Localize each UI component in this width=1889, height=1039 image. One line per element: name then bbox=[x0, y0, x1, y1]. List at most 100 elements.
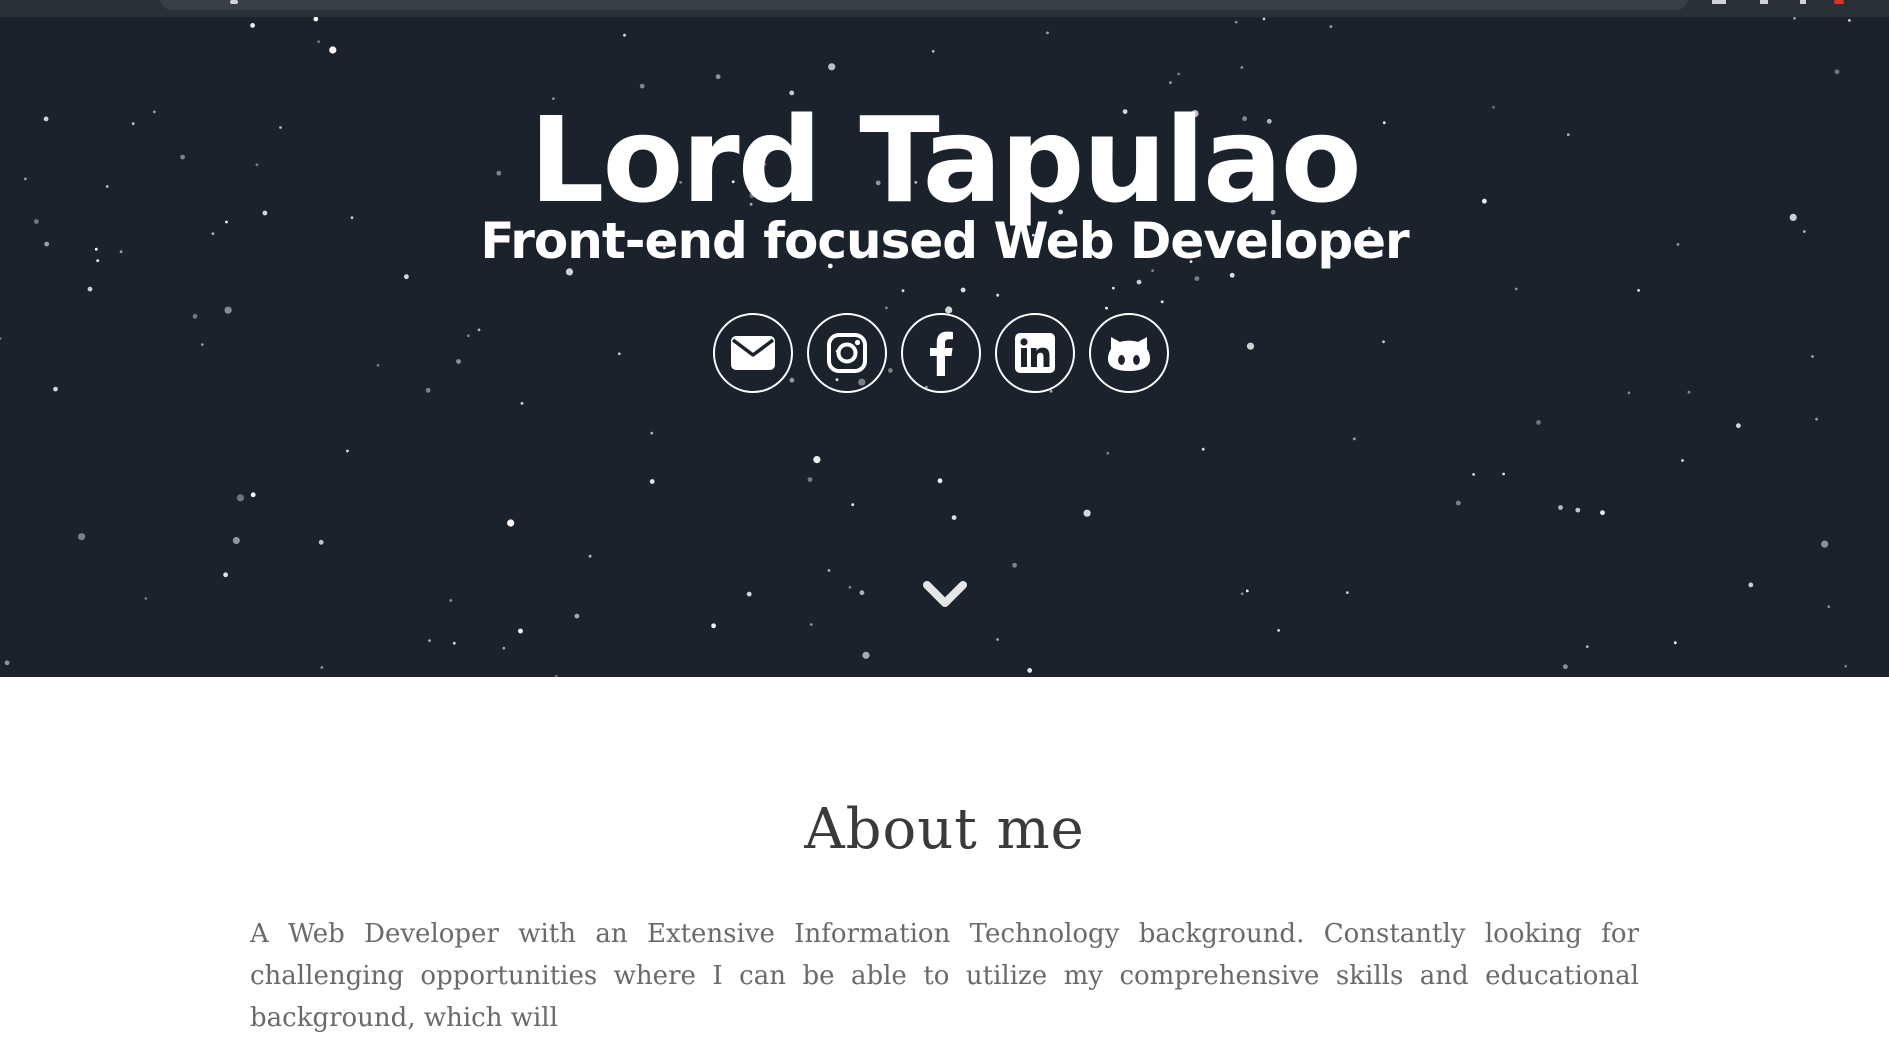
star bbox=[1352, 437, 1356, 441]
star bbox=[1575, 507, 1581, 513]
star bbox=[1834, 69, 1840, 75]
star bbox=[1106, 451, 1110, 455]
star bbox=[1240, 592, 1244, 596]
star bbox=[144, 597, 148, 600]
star bbox=[520, 402, 524, 405]
star bbox=[1201, 447, 1205, 451]
star bbox=[1245, 589, 1249, 593]
github-link[interactable] bbox=[1089, 313, 1169, 393]
star bbox=[223, 572, 229, 578]
star bbox=[1262, 17, 1266, 21]
star bbox=[250, 23, 256, 28]
address-bar[interactable] bbox=[160, 0, 1688, 10]
about-heading: About me bbox=[804, 797, 1085, 862]
star bbox=[4, 660, 10, 666]
star bbox=[1748, 582, 1754, 588]
star bbox=[862, 651, 870, 659]
extension-icon[interactable] bbox=[1760, 0, 1768, 4]
star bbox=[467, 334, 470, 338]
star bbox=[827, 569, 831, 572]
email-link[interactable] bbox=[713, 313, 793, 393]
star bbox=[1112, 286, 1115, 290]
star bbox=[1177, 72, 1181, 76]
star bbox=[0, 337, 2, 340]
star bbox=[711, 623, 716, 629]
instagram-icon bbox=[827, 333, 867, 373]
linkedin-icon bbox=[1015, 333, 1055, 373]
star bbox=[1046, 31, 1049, 35]
star bbox=[885, 306, 888, 310]
star bbox=[507, 519, 515, 527]
star bbox=[1844, 664, 1848, 668]
star bbox=[996, 293, 1000, 297]
star bbox=[1793, 17, 1796, 20]
star bbox=[313, 17, 319, 22]
hero-tagline: Front-end focused Web Developer bbox=[480, 212, 1409, 270]
star bbox=[1382, 340, 1385, 344]
star bbox=[1472, 473, 1475, 476]
star bbox=[376, 363, 380, 367]
star bbox=[809, 623, 813, 626]
star bbox=[1345, 591, 1349, 594]
star bbox=[1105, 306, 1108, 310]
star bbox=[859, 590, 865, 596]
star bbox=[1848, 19, 1851, 22]
star bbox=[236, 494, 244, 502]
star bbox=[807, 477, 813, 482]
star bbox=[1687, 390, 1691, 394]
star bbox=[518, 628, 523, 634]
star bbox=[425, 387, 431, 393]
about-section: About me A Web Developer with an Extensi… bbox=[0, 677, 1889, 1033]
star bbox=[1821, 540, 1829, 548]
star bbox=[1827, 605, 1831, 609]
chevron-down-icon bbox=[923, 581, 967, 607]
star bbox=[232, 536, 240, 545]
star bbox=[192, 313, 198, 319]
star bbox=[1455, 500, 1461, 506]
hero-section: Lord Tapulao Front-end focused Web Devel… bbox=[0, 17, 1889, 677]
star bbox=[715, 74, 721, 80]
star bbox=[996, 638, 999, 641]
star bbox=[452, 641, 456, 645]
star bbox=[404, 274, 409, 280]
star bbox=[428, 639, 431, 642]
star bbox=[477, 328, 481, 332]
star bbox=[1012, 562, 1017, 568]
star bbox=[346, 449, 349, 453]
star bbox=[813, 456, 821, 464]
star bbox=[1536, 420, 1541, 425]
star bbox=[87, 286, 93, 292]
star bbox=[951, 515, 957, 520]
star bbox=[1502, 472, 1505, 476]
about-paragraph: A Web Developer with an Extensive Inform… bbox=[250, 919, 1639, 1033]
notification-badge[interactable] bbox=[1834, 0, 1844, 4]
star bbox=[1514, 287, 1518, 291]
star bbox=[317, 40, 320, 44]
star bbox=[320, 666, 324, 669]
star bbox=[937, 478, 943, 484]
star bbox=[1246, 342, 1255, 350]
facebook-link[interactable] bbox=[901, 313, 981, 393]
star bbox=[901, 289, 905, 293]
star bbox=[828, 63, 836, 71]
star bbox=[1627, 391, 1631, 395]
star bbox=[78, 533, 86, 541]
extension-icon[interactable] bbox=[1712, 0, 1726, 4]
instagram-link[interactable] bbox=[807, 313, 887, 393]
scroll-down-button[interactable] bbox=[922, 577, 968, 611]
address-text-fragment bbox=[230, 0, 238, 4]
browser-toolbar bbox=[0, 0, 1889, 17]
star bbox=[1136, 279, 1142, 285]
star bbox=[1240, 66, 1244, 69]
extension-icon[interactable] bbox=[1800, 0, 1806, 4]
star bbox=[1194, 276, 1200, 281]
star bbox=[650, 431, 654, 435]
social-links bbox=[713, 313, 1183, 395]
star bbox=[1169, 81, 1172, 84]
linkedin-link[interactable] bbox=[995, 313, 1075, 393]
star bbox=[456, 359, 461, 364]
star bbox=[851, 503, 855, 506]
star bbox=[318, 539, 324, 545]
star bbox=[1673, 641, 1677, 645]
envelope-icon bbox=[731, 336, 775, 370]
